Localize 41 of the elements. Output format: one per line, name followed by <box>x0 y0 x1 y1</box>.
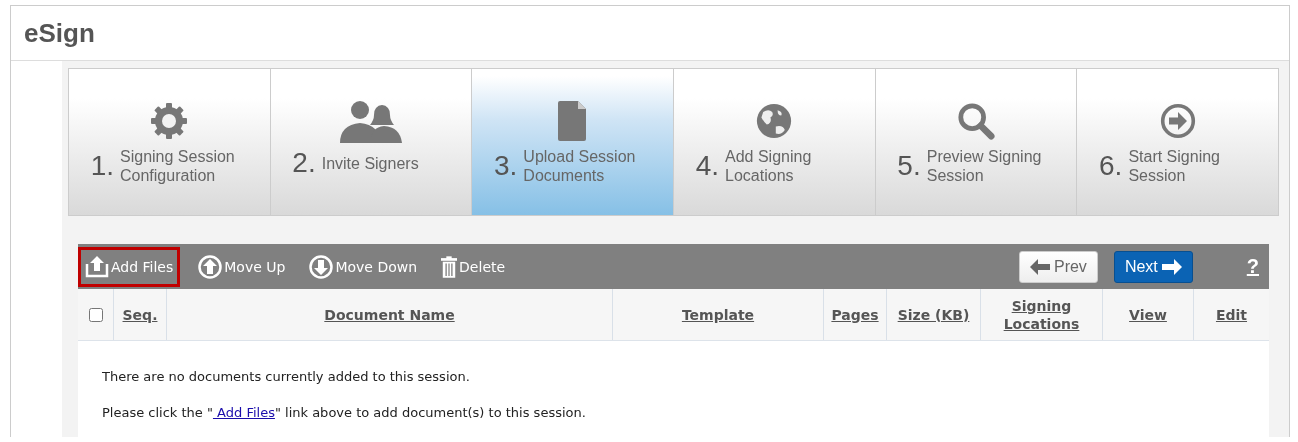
arrow-up-circle-icon <box>198 254 223 279</box>
people-icon <box>338 99 404 143</box>
column-header[interactable]: Document Name <box>324 305 455 324</box>
step-label: Preview Signing Session <box>926 147 1043 185</box>
toolbar-button[interactable]: Move Up <box>192 246 292 287</box>
app-title: eSign <box>24 17 95 49</box>
arrow-right-icon <box>1161 258 1182 275</box>
step-number: 4. <box>695 150 720 182</box>
toolbar-button[interactable]: Delete <box>435 246 512 287</box>
add-files-link[interactable]: Add Files <box>212 405 275 420</box>
arrow-down-circle-icon <box>309 254 334 279</box>
step-number: 3. <box>494 150 518 182</box>
column-header[interactable]: Seq. <box>122 305 158 324</box>
step-label: Invite Signers <box>321 153 420 173</box>
column-header[interactable]: Template <box>681 305 755 324</box>
help-link[interactable]: ? <box>1246 255 1259 278</box>
step-label: Start Signing Session <box>1128 147 1221 185</box>
step-number: 1. <box>90 150 114 182</box>
step-number: 5. <box>897 150 921 182</box>
wizard-step[interactable]: 2. Invite Signers <box>270 69 473 215</box>
step-number: 6. <box>1099 150 1123 182</box>
document-icon <box>557 99 588 143</box>
column-header[interactable]: Pages <box>831 305 879 324</box>
column-header[interactable]: View <box>1129 305 1167 324</box>
toolbar-button[interactable]: Add Files <box>78 246 181 287</box>
arrow-left-icon <box>1029 258 1050 275</box>
step-label: Add Signing Locations <box>725 147 813 185</box>
column-header[interactable]: Signing Locations <box>981 296 1102 333</box>
step-label: Signing Session Configuration <box>120 147 236 185</box>
trash-icon <box>441 255 458 278</box>
step-label: Upload Session Documents <box>523 147 637 185</box>
next-button[interactable]: Next <box>1113 250 1193 283</box>
column-header[interactable]: Size (KB) <box>897 305 970 324</box>
column-header[interactable]: Edit <box>1215 305 1248 324</box>
hint-text: Please click the " Add Files" link above to add document(s) to this session. <box>102 405 587 420</box>
upload-icon <box>85 255 109 278</box>
empty-message: There are no documents currently added to this session. <box>102 369 471 384</box>
prev-button[interactable]: Prev <box>1018 250 1098 283</box>
select-all-checkbox[interactable] <box>88 307 103 322</box>
step-number: 2. <box>292 147 316 179</box>
toolbar-button[interactable]: Move Down <box>303 246 424 287</box>
